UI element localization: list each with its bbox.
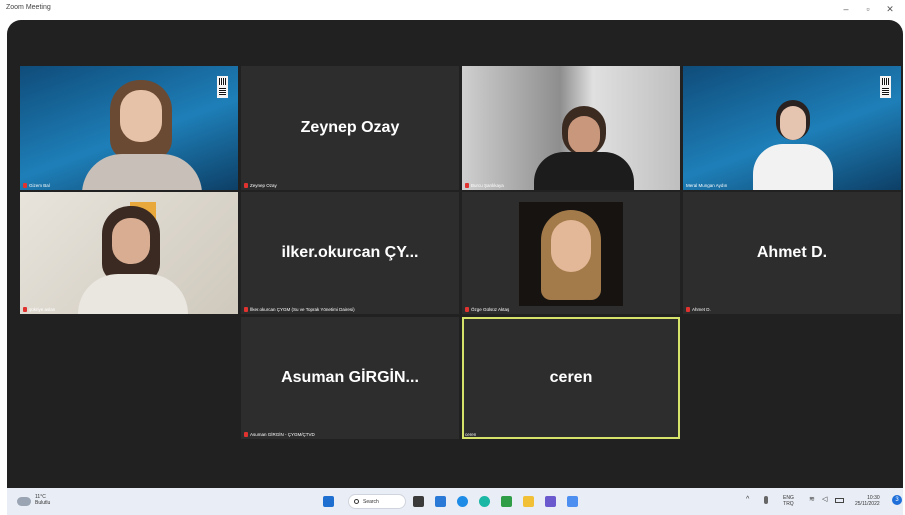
participant-name: Özge Gülsüz Aktaş <box>471 307 510 312</box>
participant-name: ceren <box>465 432 477 437</box>
window-title: Zoom Meeting <box>6 4 51 11</box>
participant-display-name: Asuman GİRGİN... <box>281 369 419 386</box>
participant-display-name: Ahmet D. <box>756 244 828 261</box>
language-indicator[interactable]: ENG TRQ <box>783 495 794 507</box>
participant-name: Asuman GİRGİN - ÇYGM/ÇTVD <box>250 432 315 437</box>
minimize-button[interactable]: – <box>840 3 852 15</box>
participant-caption: Gizem Bal <box>23 183 50 188</box>
file-explorer-icon[interactable] <box>523 496 534 507</box>
participant-name: İlker.okurcan ÇYGM (Su ve Toprak Yönetim… <box>250 307 355 312</box>
participant-tile[interactable]: Özge Gülsüz Aktaş <box>462 192 680 314</box>
mic-muted-icon <box>23 307 27 312</box>
participant-tile[interactable]: Burcu Şanlıkaya <box>462 66 680 190</box>
lang-bottom: TRQ <box>783 501 794 507</box>
participant-name: şükriye aslan <box>29 307 56 312</box>
cloud-weather-icon[interactable] <box>17 497 31 506</box>
maximize-button[interactable]: ▫ <box>862 3 874 15</box>
participant-tile[interactable]: Meral Mungan Aydın <box>683 66 901 190</box>
participant-video-face <box>112 218 150 264</box>
zoom-window: Zoom Meeting – ▫ ✕ Gizem Bal Zeynep Ozay… <box>0 0 905 515</box>
zoom-app-icon[interactable] <box>435 496 446 507</box>
clock[interactable]: 10:30 25/11/2022 <box>855 495 880 507</box>
participant-display-name: ilker.okurcan ÇY... <box>281 244 419 261</box>
weather-widget[interactable]: 11°C Bulutlu <box>35 494 50 506</box>
participant-video-body <box>534 152 634 190</box>
battery-icon[interactable] <box>835 498 844 503</box>
participant-video-body <box>82 154 202 190</box>
participant-caption: Ahmet D. <box>686 307 711 312</box>
participant-display-name: Zeynep Ozay <box>300 119 400 136</box>
task-view-icon[interactable] <box>413 496 424 507</box>
windows-taskbar: 11°C Bulutlu Search ^ ENG TRQ ≋ ◁ 10:30 … <box>7 488 903 515</box>
mic-muted-icon <box>244 183 248 188</box>
app-icon[interactable] <box>567 496 578 507</box>
participant-name: Gizem Bal <box>29 183 50 188</box>
chrome-browser-icon[interactable] <box>479 496 490 507</box>
clock-date: 25/11/2022 <box>855 501 880 507</box>
taskbar-search[interactable]: Search <box>348 494 406 509</box>
mic-muted-icon <box>686 307 690 312</box>
participant-name: Ahmet D. <box>692 307 711 312</box>
participant-video-face <box>780 106 806 140</box>
participant-name: Zeynep Ozay <box>250 183 277 188</box>
mic-muted-icon <box>465 183 469 188</box>
participant-caption: şükriye aslan <box>23 307 55 312</box>
edge-browser-icon[interactable] <box>457 496 468 507</box>
qr-code-icon <box>217 76 228 98</box>
participant-name: Meral Mungan Aydın <box>686 183 728 188</box>
participant-tile[interactable]: ilker.okurcan ÇY... İlker.okurcan ÇYGM (… <box>241 192 459 314</box>
participant-video-face <box>551 220 591 272</box>
participant-video-face <box>568 116 600 154</box>
mic-muted-icon <box>23 183 27 188</box>
search-label: Search <box>363 499 379 505</box>
app-icon[interactable] <box>545 496 556 507</box>
participant-display-name: ceren <box>549 369 593 386</box>
participant-tile[interactable]: Zeynep Ozay Zeynep Ozay <box>241 66 459 190</box>
weather-desc: Bulutlu <box>35 500 51 506</box>
meeting-gallery: Gizem Bal Zeynep Ozay Zeynep Ozay Burcu … <box>7 20 903 488</box>
app-icon[interactable] <box>501 496 512 507</box>
participant-caption: Özge Gülsüz Aktaş <box>465 307 509 312</box>
participant-tile[interactable]: şükriye aslan <box>20 192 238 314</box>
qr-code-icon <box>880 76 891 98</box>
mic-muted-icon <box>244 307 248 312</box>
participant-name: Burcu Şanlıkaya <box>471 183 504 188</box>
mic-muted-icon <box>244 432 248 437</box>
chevron-up-icon[interactable]: ^ <box>746 496 749 503</box>
participant-caption: Burcu Şanlıkaya <box>465 183 504 188</box>
participant-caption: Meral Mungan Aydın <box>686 183 727 188</box>
active-speaker-tile[interactable]: ceren ceren <box>462 317 680 439</box>
notification-badge[interactable]: 3 <box>892 495 902 505</box>
participant-caption: Asuman GİRGİN - ÇYGM/ÇTVD <box>244 432 315 437</box>
participant-video-face <box>120 90 162 142</box>
participant-caption: Zeynep Ozay <box>244 183 277 188</box>
windows-start-icon[interactable] <box>323 496 334 507</box>
participant-tile[interactable]: Asuman GİRGİN... Asuman GİRGİN - ÇYGM/ÇT… <box>241 317 459 439</box>
participant-tile[interactable]: Ahmet D. Ahmet D. <box>683 192 901 314</box>
participant-caption: ceren <box>465 432 476 437</box>
microphone-icon[interactable] <box>764 496 768 504</box>
participant-caption: İlker.okurcan ÇYGM (Su ve Toprak Yönetim… <box>244 307 355 312</box>
volume-icon[interactable]: ◁ <box>822 496 827 503</box>
participant-video-body <box>753 144 833 190</box>
participant-video-body <box>78 274 188 314</box>
search-icon <box>354 499 359 504</box>
participant-tile[interactable]: Gizem Bal <box>20 66 238 190</box>
mic-muted-icon <box>465 307 469 312</box>
wifi-icon[interactable]: ≋ <box>809 496 815 503</box>
participant-video <box>519 202 623 306</box>
close-button[interactable]: ✕ <box>884 3 896 15</box>
title-bar: Zoom Meeting – ▫ ✕ <box>0 0 905 20</box>
